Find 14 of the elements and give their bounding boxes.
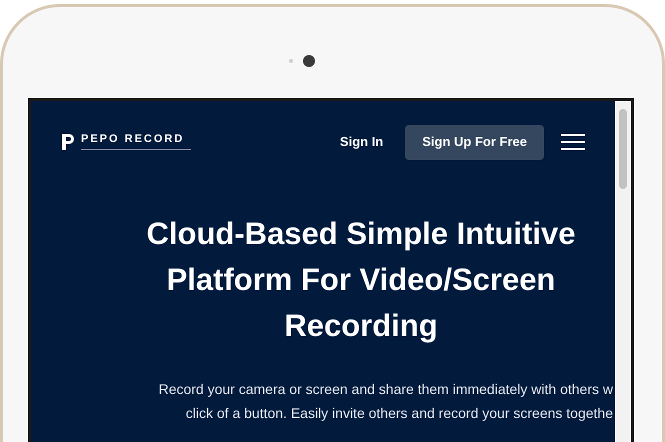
hero-heading: Cloud-Based Simple Intuitive [146, 215, 576, 253]
hero-heading: Platform For Video/Screen [166, 261, 556, 299]
hero-paragraph: Record your camera or screen and share them immediately with others w [158, 380, 613, 399]
logo-icon [61, 133, 75, 151]
camera-icon [303, 55, 315, 67]
hero-heading: Recording [284, 307, 438, 345]
menu-icon[interactable] [561, 134, 585, 150]
scrollbar-thumb[interactable] [619, 109, 627, 189]
hero-paragraph: click of a button. Easily invite others and record your screens togethe [186, 404, 613, 423]
sign-in-link[interactable]: Sign In [340, 132, 384, 152]
logo-text: PEPO RECORD [81, 134, 186, 145]
sensor-icon [289, 59, 293, 63]
sign-up-button[interactable]: Sign Up For Free [405, 124, 544, 160]
scrollbar[interactable] [615, 101, 631, 442]
